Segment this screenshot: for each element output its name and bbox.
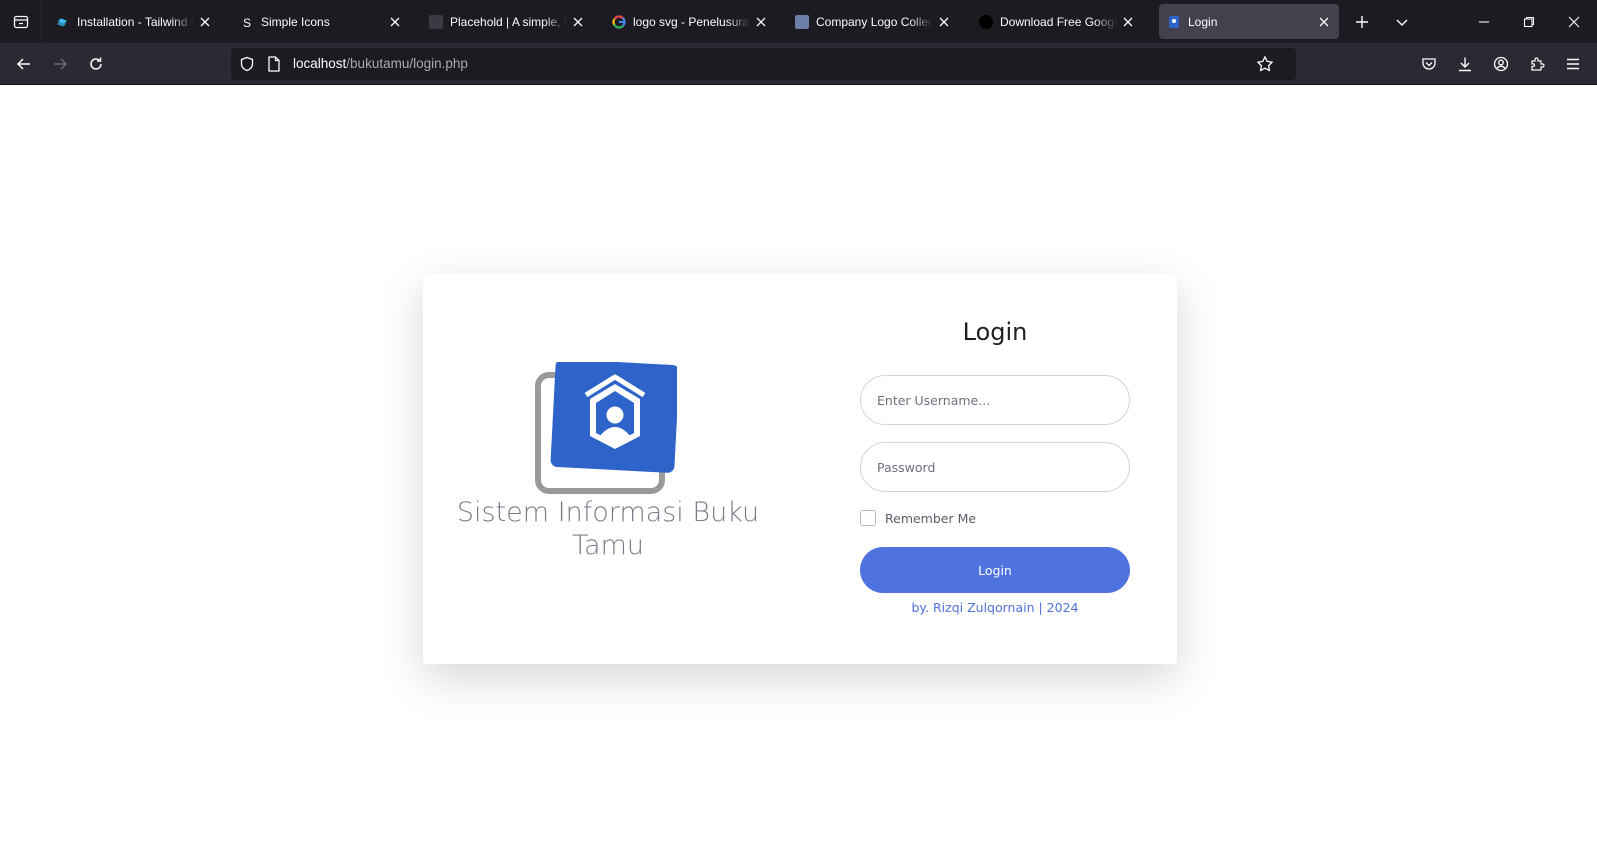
google-icon — [612, 14, 626, 29]
simple-icons-icon: S — [240, 15, 254, 30]
tab-title: Placehold | A simple, fast placeholder i… — [450, 14, 567, 29]
password-input[interactable] — [860, 442, 1130, 492]
firefox-view-icon — [13, 15, 28, 28]
close-window-button[interactable] — [1562, 10, 1586, 34]
reload-button[interactable] — [83, 51, 109, 77]
close-tab-icon[interactable] — [937, 15, 951, 29]
tab-title: Login — [1188, 14, 1218, 29]
account-button[interactable] — [1488, 51, 1514, 77]
list-tabs-button[interactable] — [1390, 10, 1414, 34]
login-button[interactable]: Login — [860, 547, 1130, 593]
hamburger-menu-icon — [1567, 58, 1579, 70]
app-menu-button[interactable] — [1560, 51, 1586, 77]
downloads-button[interactable] — [1452, 51, 1478, 77]
svg-text:S: S — [243, 16, 251, 29]
restore-button[interactable] — [1517, 10, 1541, 34]
restore-icon — [1523, 16, 1535, 28]
url-text[interactable]: localhost/bukutamu/login.php — [293, 56, 468, 71]
tab-title: logo svg - Penelusuran Google — [633, 14, 750, 29]
placehold-icon — [429, 14, 443, 29]
fonts-icon — [979, 14, 993, 29]
shield-icon[interactable] — [239, 56, 255, 77]
close-tab-icon[interactable] — [754, 15, 768, 29]
reload-icon — [90, 57, 102, 70]
chevron-down-icon — [1396, 19, 1408, 26]
username-input[interactable] — [860, 375, 1130, 425]
plus-icon — [1356, 16, 1368, 28]
close-tab-icon[interactable] — [1317, 15, 1331, 29]
forward-button[interactable] — [47, 51, 73, 77]
tab-tailwind[interactable]: Installation - Tailwind CSS — [48, 4, 220, 39]
bukutamu-icon — [1167, 15, 1181, 29]
remember-me-label[interactable]: Remember Me — [885, 511, 976, 526]
tab-title: Download Free Google Fonts — [1000, 14, 1117, 29]
tailwind-icon — [56, 15, 70, 29]
extensions-button[interactable] — [1524, 51, 1550, 77]
close-tab-icon[interactable] — [571, 15, 585, 29]
tab-google-fonts[interactable]: Download Free Google Fonts — [971, 4, 1143, 39]
pocket-button[interactable] — [1416, 51, 1442, 77]
remember-me-checkbox[interactable] — [860, 510, 876, 526]
app-brand-title: Sistem Informasi Buku Tamu — [456, 497, 760, 561]
navigation-toolbar: localhost/bukutamu/login.php — [0, 43, 1597, 85]
pocket-icon — [1422, 58, 1436, 70]
account-icon — [1493, 56, 1509, 72]
download-icon — [1459, 57, 1471, 72]
login-card: Sistem Informasi Buku Tamu Login Remembe… — [423, 274, 1177, 664]
bookmark-star-icon[interactable] — [1256, 55, 1274, 78]
url-host: localhost — [293, 56, 347, 71]
arrow-right-icon — [54, 58, 68, 70]
puzzle-icon — [1531, 57, 1545, 71]
close-icon — [1568, 16, 1580, 28]
tab-google[interactable]: logo svg - Penelusuran Google — [604, 4, 776, 39]
tab-placehold[interactable]: Placehold | A simple, fast placeholder i… — [421, 4, 593, 39]
login-title: Login — [962, 318, 1028, 346]
firefox-view-button[interactable] — [0, 0, 42, 43]
tab-title: Simple Icons — [261, 14, 330, 29]
guestbook-logo-icon — [534, 359, 680, 496]
remember-me[interactable]: Remember Me — [860, 510, 976, 526]
address-bar[interactable]: localhost/bukutamu/login.php — [231, 48, 1296, 80]
page-icon[interactable] — [267, 56, 281, 77]
tab-simple-icons[interactable]: S Simple Icons — [232, 4, 410, 39]
close-tab-icon[interactable] — [198, 15, 212, 29]
tab-company-logo[interactable]: Company Logo Collection — [787, 4, 959, 39]
tab-title: Company Logo Collection — [816, 14, 933, 29]
arrow-left-icon — [16, 58, 30, 70]
close-tab-icon[interactable] — [388, 15, 402, 29]
tab-bar: Installation - Tailwind CSS S Simple Ico… — [0, 0, 1597, 43]
tab-title: Installation - Tailwind CSS — [77, 14, 194, 29]
back-button[interactable] — [11, 51, 37, 77]
new-tab-button[interactable] — [1350, 10, 1374, 34]
svgrepo-icon — [795, 14, 809, 29]
minimize-icon — [1479, 21, 1489, 23]
tab-login[interactable]: Login — [1159, 4, 1339, 39]
close-tab-icon[interactable] — [1121, 15, 1135, 29]
minimize-button[interactable] — [1472, 10, 1496, 34]
author-credit: by. Rizqi Zulqornain | 2024 — [911, 600, 1079, 615]
url-path: /bukutamu/login.php — [346, 56, 468, 71]
